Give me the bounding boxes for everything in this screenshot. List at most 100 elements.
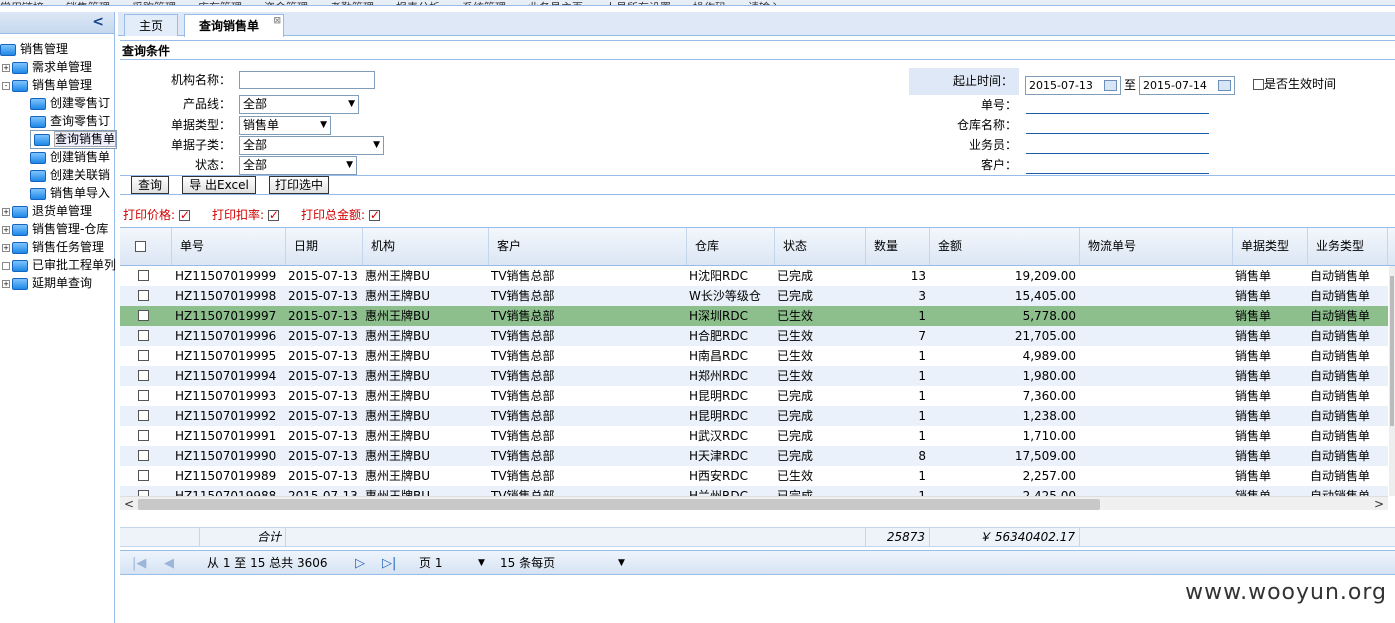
tree-item[interactable]: 已审批工程单列 xyxy=(2,256,116,274)
print-selected-button[interactable]: 打印选中 xyxy=(269,176,329,194)
row-checkbox[interactable] xyxy=(138,430,149,441)
tree-item[interactable]: + 退货单管理 xyxy=(2,202,92,220)
tree-item[interactable]: 创建销售单 xyxy=(30,148,110,166)
tree-item[interactable]: 查询零售订 xyxy=(30,112,110,130)
expand-icon[interactable] xyxy=(2,261,10,270)
table-row[interactable]: HZ11507019996 2015-07-13 惠州王牌BU TV销售总部 H合肥RD… xyxy=(120,326,1388,346)
date-from-input[interactable]: 2015-07-13 xyxy=(1025,76,1121,95)
chevron-down-icon[interactable]: ▼ xyxy=(618,551,625,576)
scroll-thumb[interactable] xyxy=(138,499,1100,510)
calendar-icon[interactable] xyxy=(1218,80,1231,91)
tree-item[interactable]: 查询销售单 xyxy=(30,130,118,149)
first-page-icon[interactable]: |◀ xyxy=(132,551,146,576)
table-row[interactable]: HZ11507019993 2015-07-13 惠州王牌BU TV销售总部 H昆明RD… xyxy=(120,386,1388,406)
top-menu-item[interactable]: 业务员主页 xyxy=(528,2,583,5)
tree-item[interactable]: + 销售管理-仓库 xyxy=(2,220,108,238)
row-checkbox[interactable] xyxy=(138,330,149,341)
vertical-scrollbar[interactable] xyxy=(1389,266,1395,496)
column-header[interactable]: 物流单号 xyxy=(1080,228,1233,265)
effective-time-checkbox[interactable] xyxy=(1253,79,1264,90)
tree-item[interactable]: + 延期单查询 xyxy=(2,274,92,292)
print-price-checkbox[interactable] xyxy=(178,207,190,223)
tree-item[interactable]: - 销售单管理 xyxy=(2,76,92,94)
tree-item[interactable]: 创建零售订 xyxy=(30,94,110,112)
top-menu-item[interactable]: 考勤管理 xyxy=(330,2,374,5)
expand-icon[interactable]: + xyxy=(2,279,10,288)
row-checkbox[interactable] xyxy=(138,450,149,461)
top-menu-item[interactable]: 销售管理 xyxy=(66,2,110,5)
page-select[interactable]: 页 1 xyxy=(419,551,442,576)
subtype-select[interactable]: 全部 ▼ xyxy=(239,136,384,155)
top-menu-item[interactable]: 库存管理 xyxy=(198,2,242,5)
column-header[interactable]: 客户 xyxy=(489,228,687,265)
docno-input[interactable] xyxy=(1026,96,1209,114)
column-header[interactable]: 仓库 xyxy=(687,228,775,265)
tab-query-sales[interactable]: 查询销售单 ⊠ xyxy=(184,14,284,37)
chevron-down-icon[interactable]: ▼ xyxy=(478,551,485,576)
collapse-icon[interactable]: - xyxy=(2,81,10,90)
status-select[interactable]: 全部 ▼ xyxy=(239,156,357,175)
row-checkbox[interactable] xyxy=(138,370,149,381)
date-to-input[interactable]: 2015-07-14 xyxy=(1139,76,1235,95)
tree-item[interactable]: -销售管理 xyxy=(0,40,68,58)
column-header[interactable]: 日期 xyxy=(286,228,363,265)
table-row[interactable]: HZ11507019997 2015-07-13 惠州王牌BU TV销售总部 H深圳RD… xyxy=(120,306,1388,326)
table-row[interactable]: HZ11507019995 2015-07-13 惠州王牌BU TV销售总部 H南昌RD… xyxy=(120,346,1388,366)
row-checkbox[interactable] xyxy=(138,270,149,281)
column-header[interactable]: 数量 xyxy=(866,228,930,265)
org-input[interactable] xyxy=(239,71,375,89)
row-checkbox[interactable] xyxy=(138,390,149,401)
table-row[interactable]: HZ11507019991 2015-07-13 惠州王牌BU TV销售总部 H武汉RD… xyxy=(120,426,1388,446)
column-header[interactable]: 业务类型 xyxy=(1308,228,1388,265)
expand-icon[interactable]: + xyxy=(2,63,10,72)
table-row[interactable]: HZ11507019992 2015-07-13 惠州王牌BU TV销售总部 H昆明RD… xyxy=(120,406,1388,426)
top-menu-item[interactable]: 常用链接 xyxy=(0,2,44,5)
tree-item[interactable]: + 需求单管理 xyxy=(2,58,92,76)
column-header[interactable]: 单据类型 xyxy=(1233,228,1308,265)
scroll-left-icon[interactable]: < xyxy=(124,497,134,510)
column-header[interactable]: 状态 xyxy=(775,228,866,265)
expand-icon[interactable]: + xyxy=(2,225,10,234)
calendar-icon[interactable] xyxy=(1104,80,1117,91)
product-select[interactable]: 全部 ▼ xyxy=(239,95,359,114)
top-menu-item[interactable]: 系统管理 xyxy=(462,2,506,5)
row-checkbox[interactable] xyxy=(138,470,149,481)
select-all-checkbox[interactable] xyxy=(135,241,146,252)
warehouse-input[interactable] xyxy=(1026,116,1209,134)
doctype-select[interactable]: 销售单 ▼ xyxy=(239,116,331,135)
expand-icon[interactable]: + xyxy=(2,207,10,216)
scroll-right-icon[interactable]: > xyxy=(1374,497,1384,510)
query-button[interactable]: 查询 xyxy=(131,176,169,194)
top-menu-item[interactable]: 人员所有设置 xyxy=(605,2,671,5)
column-header[interactable]: 机构 xyxy=(363,228,489,265)
table-row[interactable]: HZ11507019999 2015-07-13 惠州王牌BU TV销售总部 H沈阳RD… xyxy=(120,266,1388,286)
table-row[interactable]: HZ11507019990 2015-07-13 惠州王牌BU TV销售总部 H天津RD… xyxy=(120,446,1388,466)
table-row[interactable]: HZ11507019998 2015-07-13 惠州王牌BU TV销售总部 W长沙等级… xyxy=(120,286,1388,306)
row-checkbox[interactable] xyxy=(138,310,149,321)
print-discount-checkbox[interactable] xyxy=(267,207,279,223)
expand-icon[interactable]: + xyxy=(2,243,10,252)
top-menu-item[interactable]: 资金管理 xyxy=(264,2,308,5)
top-menu-item[interactable]: 采购管理 xyxy=(132,2,176,5)
close-icon[interactable]: ⊠ xyxy=(273,10,281,32)
row-checkbox[interactable] xyxy=(138,290,149,301)
top-menu-item[interactable]: 请输入... xyxy=(748,2,792,5)
column-header[interactable]: 单号 xyxy=(172,228,286,265)
per-page-select[interactable]: 15 条每页 xyxy=(500,551,555,576)
chevron-left-icon[interactable]: < xyxy=(92,14,104,30)
print-total-checkbox[interactable] xyxy=(368,207,380,223)
tab-home[interactable]: 主页 xyxy=(124,14,179,36)
salesman-input[interactable] xyxy=(1026,136,1209,154)
tree-item[interactable]: 销售单导入 xyxy=(30,184,110,202)
table-row[interactable]: HZ11507019994 2015-07-13 惠州王牌BU TV销售总部 H郑州RD… xyxy=(120,366,1388,386)
tree-item[interactable]: 创建关联销 xyxy=(30,166,110,184)
column-header[interactable]: 金额 xyxy=(930,228,1080,265)
table-row[interactable]: HZ11507019989 2015-07-13 惠州王牌BU TV销售总部 H西安RD… xyxy=(120,466,1388,486)
export-excel-button[interactable]: 导 出Excel xyxy=(182,176,256,194)
next-page-icon[interactable]: ▷ xyxy=(355,551,365,576)
customer-input[interactable] xyxy=(1026,156,1209,174)
row-checkbox[interactable] xyxy=(138,410,149,421)
top-menu-item[interactable]: 报表分析 xyxy=(396,2,440,5)
horizontal-scrollbar[interactable]: < > xyxy=(120,496,1388,510)
row-checkbox[interactable] xyxy=(138,350,149,361)
